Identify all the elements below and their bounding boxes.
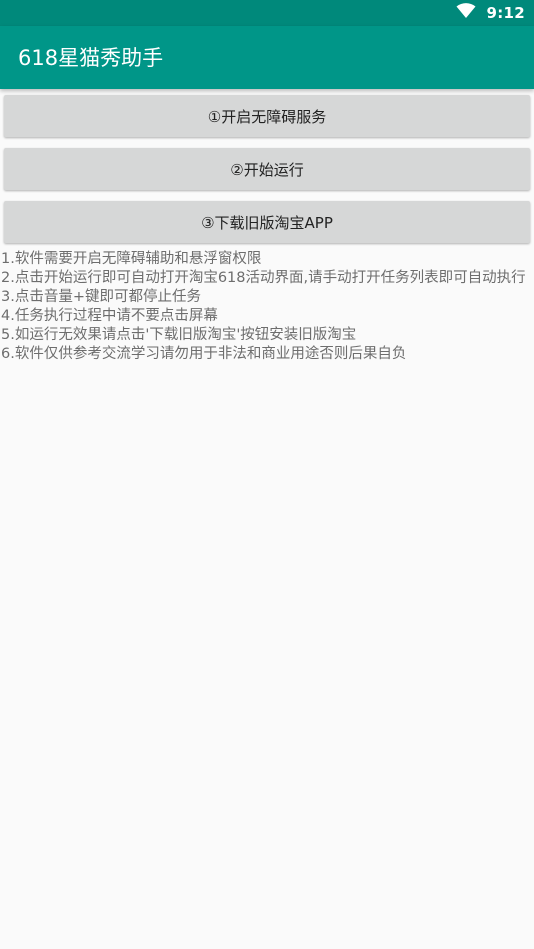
enable-accessibility-button[interactable]: ①开启无障碍服务 bbox=[4, 95, 530, 137]
instruction-line-2: 2.点击开始运行即可自动打开淘宝618活动界面,请手动打开任务列表即可自动执行 bbox=[1, 270, 526, 286]
wifi-icon bbox=[456, 3, 476, 23]
action-buttons: ①开启无障碍服务 ②开始运行 ③下载旧版淘宝APP bbox=[4, 95, 530, 254]
status-indicators: 9:12 bbox=[456, 3, 525, 23]
instructions-text: 1.软件需要开启无障碍辅助和悬浮窗权限 2.点击开始运行即可自动打开淘宝618活… bbox=[1, 250, 531, 364]
download-old-taobao-button[interactable]: ③下载旧版淘宝APP bbox=[4, 201, 530, 243]
app-bar: 618星猫秀助手 bbox=[0, 26, 534, 89]
start-run-button[interactable]: ②开始运行 bbox=[4, 148, 530, 190]
instruction-line-4: 4.任务执行过程中请不要点击屏幕 bbox=[1, 308, 218, 324]
instruction-line-5: 5.如运行无效果请点击'下载旧版淘宝'按钮安装旧版淘宝 bbox=[1, 327, 357, 343]
instruction-line-3: 3.点击音量+键即可都停止任务 bbox=[1, 289, 201, 305]
status-bar: 9:12 bbox=[0, 0, 534, 26]
status-time: 9:12 bbox=[486, 4, 525, 22]
instruction-line-6: 6.软件仅供参考交流学习请勿用于非法和商业用途否则后果自负 bbox=[1, 346, 407, 362]
instruction-line-1: 1.软件需要开启无障碍辅助和悬浮窗权限 bbox=[1, 251, 262, 267]
app-title: 618星猫秀助手 bbox=[18, 46, 164, 70]
